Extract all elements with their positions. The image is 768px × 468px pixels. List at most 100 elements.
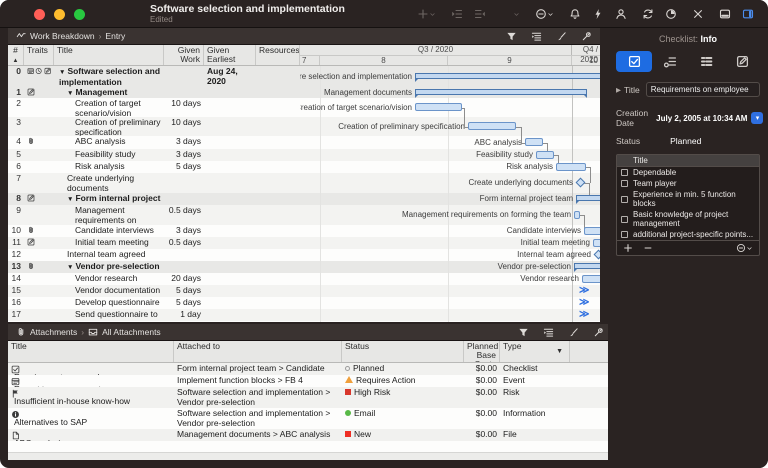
checklist-item-label: Experience in min. 5 function blocks: [633, 190, 755, 208]
gantt-milestone[interactable]: [576, 177, 586, 187]
gantt-overflow-indicator[interactable]: ≫: [579, 298, 589, 308]
panel-bottom-button[interactable]: [719, 8, 731, 20]
gantt-summary-bar[interactable]: [415, 89, 587, 95]
breadcrumb-work-breakdown[interactable]: Work Breakdown: [30, 31, 95, 41]
breadcrumb-attachments[interactable]: Attachments: [30, 327, 77, 337]
gantt-bar[interactable]: [584, 227, 600, 235]
remove-group-button[interactable]: [535, 8, 554, 20]
inspector-tab-checklist[interactable]: [616, 51, 652, 72]
collapse-triangle-icon[interactable]: ▼: [67, 90, 73, 97]
gantt-link-line: [590, 167, 591, 183]
checkbox-unchecked[interactable]: [621, 216, 628, 223]
sync-button[interactable]: [642, 8, 654, 20]
row-resources: [256, 87, 300, 98]
filter-button[interactable]: [506, 31, 517, 42]
breadcrumb-entry[interactable]: Entry: [105, 31, 125, 41]
gantt-bar[interactable]: [525, 138, 543, 146]
style-button[interactable]: [556, 31, 567, 42]
settings-button[interactable]: [581, 31, 592, 42]
disclosure-triangle-icon[interactable]: ▶: [616, 86, 621, 94]
column-header-num[interactable]: #▲: [8, 45, 24, 65]
attachment-row[interactable]: Requirements on employeeForm internal pr…: [8, 363, 612, 375]
row-resources: [256, 237, 300, 249]
attachment-row[interactable]: Insufficient in-house know-howSoftware s…: [8, 387, 612, 408]
gantt-bar[interactable]: [574, 211, 580, 219]
column-header-planned-base-costs[interactable]: PlannedBase Costs: [464, 341, 500, 362]
checkbox-unchecked[interactable]: [621, 169, 628, 176]
style-button[interactable]: [568, 327, 579, 338]
gantt-overflow-indicator[interactable]: ≫: [579, 286, 589, 296]
add-item-button[interactable]: [623, 243, 633, 253]
row-resources: [256, 273, 300, 285]
row-number: 4: [8, 136, 24, 149]
cut-button[interactable]: [692, 8, 704, 20]
collapse-triangle-icon[interactable]: ▼: [67, 196, 73, 203]
gantt-summary-bar[interactable]: [574, 263, 600, 269]
column-header-title[interactable]: Title: [8, 341, 174, 362]
attachment-row[interactable]: Report to managementImplement function b…: [8, 375, 612, 387]
gantt-summary-bar[interactable]: [576, 195, 600, 201]
gantt-bar[interactable]: [415, 103, 462, 111]
row-title: Risk analysis: [54, 161, 164, 173]
indent-button[interactable]: [451, 8, 463, 20]
inspector-tab-notes[interactable]: [724, 51, 760, 72]
row-traits: [24, 205, 54, 225]
checkbox-unchecked[interactable]: [621, 180, 628, 187]
row-number: 1: [8, 87, 24, 98]
row-title: Vendor documentation: [54, 285, 164, 297]
add-button[interactable]: [417, 8, 436, 20]
activity-button[interactable]: [665, 8, 677, 20]
events-button[interactable]: [592, 8, 604, 20]
format-button[interactable]: [543, 327, 554, 338]
panel-right-button[interactable]: [742, 8, 754, 20]
attachment-row[interactable]: Alternatives to SAPSoftware selection an…: [8, 408, 612, 429]
gantt-bar[interactable]: [468, 122, 516, 130]
collapse-triangle-icon[interactable]: ▼: [59, 69, 65, 76]
gantt-summary-bar[interactable]: [415, 73, 600, 79]
status-value: Planned: [670, 136, 701, 146]
settings-button[interactable]: [593, 327, 604, 338]
row-title: Send questionnaire to pre-: [54, 309, 164, 321]
close-window-button[interactable]: [34, 9, 45, 20]
column-header-title[interactable]: Title: [54, 45, 164, 65]
zoom-window-button[interactable]: [74, 9, 85, 20]
row-given-work: 1 day: [164, 309, 204, 321]
collapse-triangle-icon[interactable]: ▼: [67, 264, 73, 271]
resources-button[interactable]: [615, 8, 627, 20]
column-header-traits[interactable]: Traits: [24, 45, 54, 65]
action-menu-button[interactable]: [736, 243, 753, 253]
inspector-tab-list[interactable]: [688, 51, 724, 72]
gantt-bar[interactable]: [582, 275, 600, 283]
format-button[interactable]: [531, 31, 542, 42]
gantt-bar[interactable]: [593, 239, 600, 247]
gantt-chart: Software selection and implementationMan…: [300, 66, 600, 322]
date-dropdown-button[interactable]: ▾: [751, 112, 763, 124]
gantt-overflow-indicator[interactable]: ≫: [579, 310, 589, 320]
row-given-work: 3 days: [164, 225, 204, 237]
minimize-window-button[interactable]: [54, 9, 65, 20]
row-number: 7: [8, 173, 24, 193]
gantt-milestone[interactable]: [594, 249, 600, 259]
breadcrumb-all-attachments[interactable]: All Attachments: [102, 327, 161, 337]
attach-button[interactable]: [501, 8, 520, 20]
notifications-button[interactable]: [569, 8, 581, 20]
outdent-button[interactable]: [474, 8, 486, 20]
checkbox-unchecked[interactable]: [621, 231, 628, 238]
column-header-given-work[interactable]: Given Work: [164, 45, 204, 65]
gantt-bar[interactable]: [536, 151, 554, 159]
bottom-scroll-strip[interactable]: [8, 452, 612, 460]
attachment-row[interactable]: ABC analysisManagement documents > ABC a…: [8, 429, 612, 441]
gantt-bar[interactable]: [556, 163, 586, 171]
column-header-status[interactable]: Status: [342, 341, 464, 362]
column-header-given-earliest-start[interactable]: Given Earliest Start: [204, 45, 256, 65]
title-field-value[interactable]: Requirements on employee: [646, 82, 760, 97]
wbs-header-icons: [506, 31, 592, 42]
column-header-attached-to[interactable]: Attached to: [174, 341, 342, 362]
column-header-type[interactable]: Type▼: [500, 341, 570, 362]
filter-button[interactable]: [518, 327, 529, 338]
checkbox-unchecked[interactable]: [621, 196, 628, 203]
column-header-resources[interactable]: Resources: [256, 45, 300, 65]
remove-item-button[interactable]: [643, 243, 653, 253]
status-square-icon: [345, 431, 351, 437]
inspector-tab-costs[interactable]: [652, 51, 688, 72]
